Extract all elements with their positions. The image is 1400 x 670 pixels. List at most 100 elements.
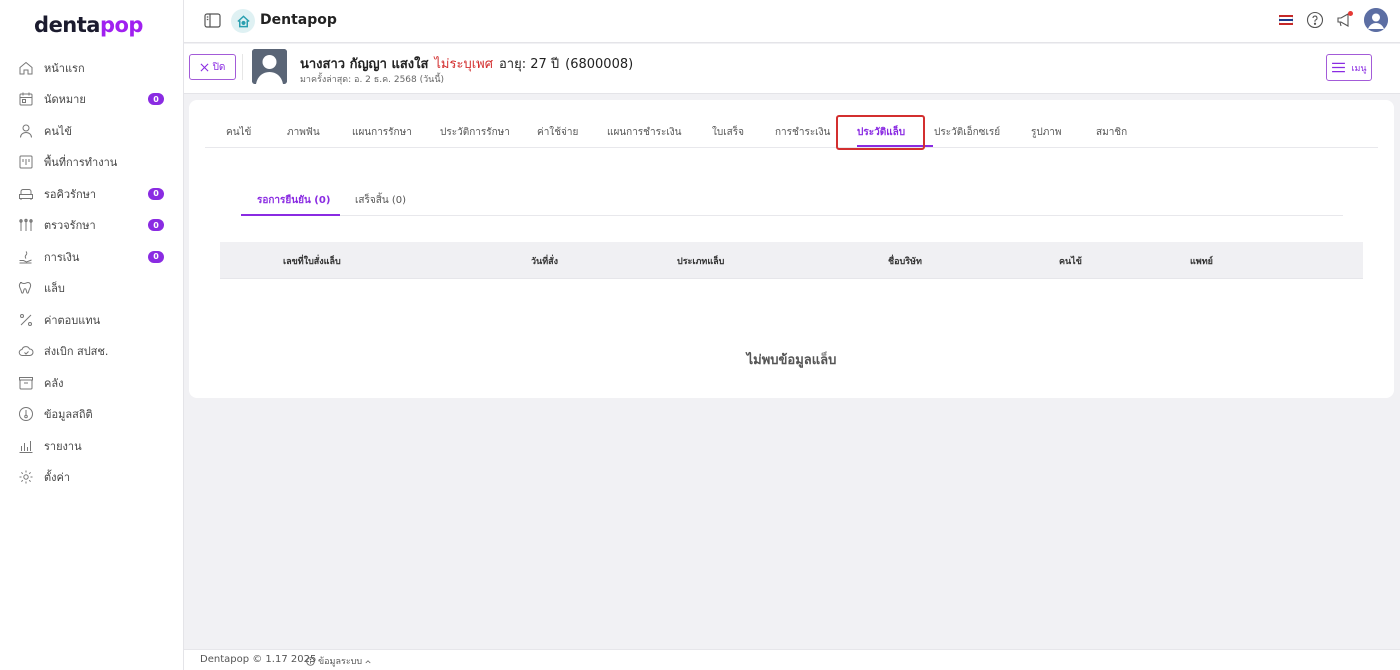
column-company-name[interactable]: ชื่อบริษัท xyxy=(888,254,922,268)
home-icon xyxy=(18,60,34,76)
help-icon[interactable] xyxy=(1306,11,1324,29)
sidebar-item-label: การเงิน xyxy=(44,250,80,264)
tab-receipts[interactable]: ใบเสร็จ xyxy=(712,120,744,148)
sidebar-item-label: แล็บ xyxy=(44,282,65,296)
top-header: Dentapop xyxy=(184,0,1400,43)
column-patient[interactable]: คนไข้ xyxy=(1059,254,1082,268)
bar-chart-icon xyxy=(18,438,34,454)
logo-text-accent: pop xyxy=(99,13,144,37)
sidebar-item-statistics[interactable]: ข้อมูลสถิติ xyxy=(0,399,183,431)
sidebar-item-treatment[interactable]: ตรวจรักษา 0 xyxy=(0,210,183,242)
tab-images[interactable]: รูปภาพ xyxy=(1031,120,1062,148)
sidebar-item-label: หน้าแรก xyxy=(44,61,85,75)
subtab-completed[interactable]: เสร็จสิ้น (0) xyxy=(355,188,406,216)
sidebar-toggle-icon[interactable] xyxy=(204,13,221,28)
menu-button-label: เมนู xyxy=(1351,62,1367,73)
close-icon xyxy=(200,63,209,71)
tab-xray-history[interactable]: ประวัติเอ็กซเรย์ xyxy=(934,120,1000,148)
column-doctor[interactable]: แพทย์ xyxy=(1190,254,1213,268)
dental-tools-icon xyxy=(18,217,34,233)
empty-state-message: ไม่พบข้อมูลแล็บ xyxy=(746,353,837,368)
sidebar-item-inventory[interactable]: คลัง xyxy=(0,367,183,399)
tab-payments[interactable]: การชำระเงิน xyxy=(775,120,830,148)
count-badge: 0 xyxy=(148,219,164,232)
sidebar-item-patients[interactable]: คนไข้ xyxy=(0,115,183,147)
sidebar-item-reports[interactable]: รายงาน xyxy=(0,430,183,462)
sofa-icon xyxy=(18,186,34,202)
notification-dot xyxy=(1348,11,1353,16)
box-icon xyxy=(18,375,34,391)
patient-name: นางสาว กัญญา แสงใส xyxy=(300,57,429,72)
money-hand-icon xyxy=(18,249,34,265)
sidebar-item-label: ข้อมูลสถิติ xyxy=(44,408,93,422)
sidebar-item-label: ค่าตอบแทน xyxy=(44,313,101,327)
user-avatar[interactable] xyxy=(1364,8,1388,32)
sidebar-item-label: นัดหมาย xyxy=(44,93,86,107)
brand-icon xyxy=(231,9,255,33)
count-badge: 0 xyxy=(148,250,164,263)
header-title: Dentapop xyxy=(260,12,337,28)
sidebar-item-queue[interactable]: รอคิวรักษา 0 xyxy=(0,178,183,210)
sidebar-item-home[interactable]: หน้าแรก xyxy=(0,52,183,84)
announcement-icon[interactable] xyxy=(1335,11,1353,29)
calendar-icon xyxy=(18,91,34,107)
column-order-date[interactable]: วันที่สั่ง xyxy=(531,254,558,268)
system-info-link[interactable]: ข้อมูลระบบ xyxy=(306,654,371,668)
lab-status-subtabs: รอการยืนยัน (0) เสร็จสิ้น (0) xyxy=(241,188,1343,216)
tab-expenses[interactable]: ค่าใช้จ่าย xyxy=(537,120,578,148)
tab-patient[interactable]: คนไข้ xyxy=(226,120,251,148)
system-info-label: ข้อมูลระบบ xyxy=(318,657,363,667)
tab-members[interactable]: สมาชิก xyxy=(1096,120,1127,148)
chevron-up-icon xyxy=(365,659,371,663)
dentapop-logo[interactable]: denta pop xyxy=(0,0,183,50)
sidebar-item-settings[interactable]: ตั้งค่า xyxy=(0,462,183,494)
hamburger-icon xyxy=(1332,62,1346,73)
sidebar-item-nhso[interactable]: ส่งเบิก สปสช. xyxy=(0,336,183,368)
sidebar-item-finance[interactable]: การเงิน 0 xyxy=(0,241,183,273)
close-patient-button[interactable]: ปิด xyxy=(189,54,236,80)
patient-age: อายุ: 27 ปี xyxy=(498,57,560,72)
patient-last-visit: มาครั้งล่าสุด: อ. 2 ธ.ค. 2568 (วันนี้) xyxy=(300,75,444,85)
thai-flag-icon[interactable] xyxy=(1279,15,1293,25)
footer: Dentapop © 1.17 2025 ข้อมูลระบบ xyxy=(184,649,1400,670)
cloud-icon xyxy=(18,343,34,359)
patient-gender: ไม่ระบุเพศ xyxy=(434,57,493,72)
sidebar: denta pop หน้าแรก นัดหมาย 0 คนไข้ พื้นที่… xyxy=(0,0,184,670)
patient-tabs: คนไข้ ภาพฟัน แผนการรักษา ประวัติการรักษา… xyxy=(205,120,1378,148)
patient-name-line: นางสาว กัญญา แสงใส ไม่ระบุเพศ อายุ: 27 ปี (… xyxy=(300,53,633,74)
tab-treatment-plan[interactable]: แผนการรักษา xyxy=(352,120,412,148)
column-lab-type[interactable]: ประเภทแล็บ xyxy=(677,254,724,268)
user-icon xyxy=(18,123,34,139)
tab-payment-plan[interactable]: แผนการชำระเงิน xyxy=(607,120,681,148)
thermometer-icon xyxy=(18,406,34,422)
logo-text-main: denta xyxy=(34,13,100,37)
sidebar-item-compensation[interactable]: ค่าตอบแทน xyxy=(0,304,183,336)
sidebar-item-lab[interactable]: แล็บ xyxy=(0,273,183,305)
divider xyxy=(242,54,243,80)
sidebar-item-appointments[interactable]: นัดหมาย 0 xyxy=(0,84,183,116)
sidebar-item-label: ตั้งค่า xyxy=(44,471,71,485)
column-lab-order-number[interactable]: เลขที่ใบสั่งแล็บ xyxy=(283,254,341,268)
gear-icon xyxy=(18,469,34,485)
active-subtab-underline xyxy=(241,214,340,216)
tab-treatment-history[interactable]: ประวัติการรักษา xyxy=(440,120,510,148)
sidebar-nav: หน้าแรก นัดหมาย 0 คนไข้ พื้นที่การทำงาน … xyxy=(0,52,183,493)
sidebar-item-label: คลัง xyxy=(44,376,64,390)
info-icon xyxy=(306,656,315,666)
count-badge: 0 xyxy=(148,187,164,200)
tab-lab-history[interactable]: ประวัติแล็บ xyxy=(857,120,905,148)
footer-copyright: Dentapop © 1.17 2025 xyxy=(200,654,317,665)
lab-table-header: เลขที่ใบสั่งแล็บ วันที่สั่ง ประเภทแล็บ ช… xyxy=(220,242,1363,279)
sidebar-item-label: พื้นที่การทำงาน xyxy=(44,156,118,170)
tab-dental-chart[interactable]: ภาพฟัน xyxy=(287,120,320,148)
sidebar-item-label: รายงาน xyxy=(44,439,82,453)
menu-button[interactable]: เมนู xyxy=(1326,54,1372,81)
active-tab-underline xyxy=(857,145,933,147)
patient-info-bar: ปิด นางสาว กัญญา แสงใส ไม่ระบุเพศ อายุ: 27… xyxy=(184,44,1400,94)
lab-history-card: คนไข้ ภาพฟัน แผนการรักษา ประวัติการรักษา… xyxy=(189,100,1394,398)
subtab-pending[interactable]: รอการยืนยัน (0) xyxy=(257,188,330,216)
patient-avatar xyxy=(252,49,287,84)
sidebar-item-workspace[interactable]: พื้นที่การทำงาน xyxy=(0,147,183,179)
tooth-icon xyxy=(18,280,34,296)
patient-hn: (6800008) xyxy=(565,57,634,72)
